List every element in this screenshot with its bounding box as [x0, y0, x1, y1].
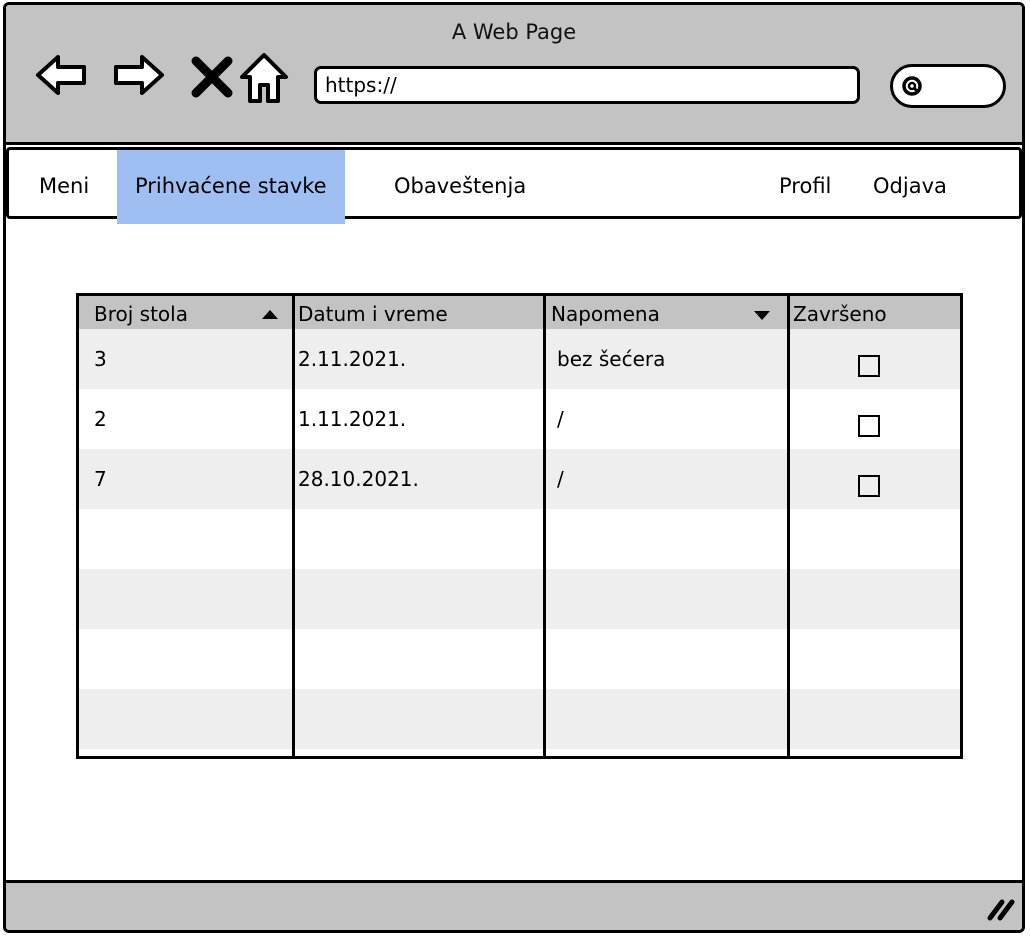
column-divider[interactable] — [292, 296, 295, 756]
empty-table-row — [79, 509, 960, 569]
nav-obavestenja[interactable]: Obaveštenja — [394, 150, 526, 224]
column-header-napomena[interactable]: Napomena — [543, 296, 787, 329]
table-row[interactable]: 7 28.10.2021. / — [79, 449, 960, 509]
sort-ascending-icon — [262, 310, 278, 319]
resize-grip-icon[interactable] — [986, 896, 1016, 922]
cell-napomena: / — [557, 467, 564, 491]
cell-datum: 1.11.2021. — [298, 407, 407, 431]
empty-table-row — [79, 569, 960, 629]
cell-broj-stola: 3 — [94, 347, 107, 371]
browser-window: A Web Page Meni Prihvaćene stavke Obaveš… — [3, 2, 1025, 933]
cell-napomena: bez šećera — [557, 347, 666, 371]
table-row[interactable]: 3 2.11.2021. bez šećera — [79, 329, 960, 389]
empty-table-row — [79, 629, 960, 689]
column-header-label: Datum i vreme — [298, 302, 448, 326]
browser-titlebar: A Web Page — [6, 5, 1022, 145]
browser-statusbar — [6, 880, 1022, 930]
stop-x-icon[interactable] — [186, 49, 242, 105]
table-row[interactable]: 2 1.11.2021. / — [79, 389, 960, 449]
empty-table-row — [79, 689, 960, 749]
accepted-items-table: Broj stola Datum i vreme Napomena Završe… — [76, 293, 963, 759]
back-arrow-icon[interactable] — [34, 49, 90, 105]
table-header: Broj stola Datum i vreme Napomena Završe… — [79, 296, 960, 329]
cell-napomena: / — [557, 407, 564, 431]
done-checkbox[interactable] — [858, 355, 880, 377]
forward-arrow-icon[interactable] — [110, 49, 166, 105]
column-header-zavrseno[interactable]: Završeno — [787, 296, 960, 329]
done-checkbox[interactable] — [858, 415, 880, 437]
column-divider[interactable] — [543, 296, 546, 756]
nav-profil[interactable]: Profil — [779, 150, 831, 224]
done-checkbox[interactable] — [858, 475, 880, 497]
cell-broj-stola: 2 — [94, 407, 107, 431]
column-divider[interactable] — [787, 296, 790, 756]
column-header-label: Napomena — [551, 302, 660, 326]
url-input[interactable] — [314, 66, 860, 104]
sort-descending-icon — [754, 311, 770, 320]
column-header-broj-stola[interactable]: Broj stola — [79, 296, 292, 329]
nav-meni[interactable]: Meni — [39, 150, 89, 224]
search-icon — [902, 76, 922, 96]
window-title: A Web Page — [451, 20, 577, 44]
cell-datum: 2.11.2021. — [298, 347, 407, 371]
column-header-label: Završeno — [793, 302, 887, 326]
column-header-datum[interactable]: Datum i vreme — [292, 296, 543, 329]
nav-odjava[interactable]: Odjava — [873, 150, 947, 224]
cell-broj-stola: 7 — [94, 467, 107, 491]
search-field[interactable] — [890, 64, 1006, 108]
nav-prihvacene-stavke[interactable]: Prihvaćene stavke — [117, 150, 345, 224]
cell-datum: 28.10.2021. — [298, 467, 419, 491]
top-navigation-bar: Meni Prihvaćene stavke Obaveštenja Profi… — [6, 147, 1022, 224]
home-icon[interactable] — [236, 49, 292, 105]
column-header-label: Broj stola — [94, 302, 188, 326]
